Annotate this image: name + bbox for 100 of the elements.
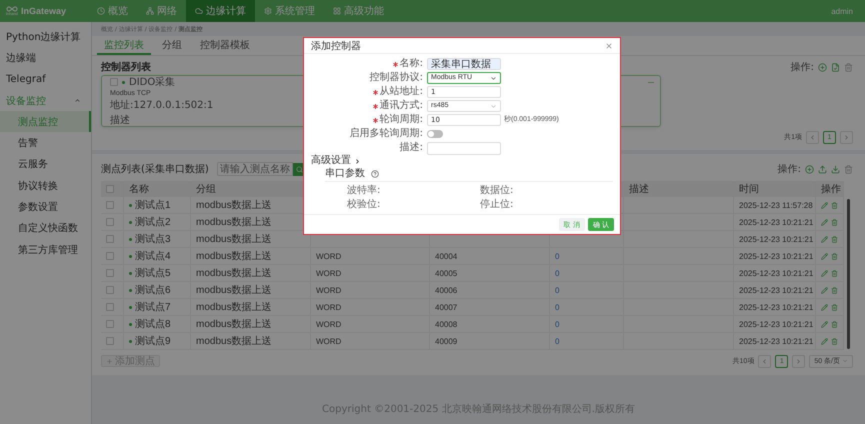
trash-icon[interactable] (844, 62, 853, 72)
table-cell: 2025-12-23 10:21:21 (734, 333, 816, 349)
edit-icon[interactable] (821, 218, 828, 226)
next-page-button[interactable] (792, 354, 806, 368)
trash-icon[interactable] (831, 202, 838, 208)
next-page-button[interactable] (840, 130, 853, 144)
sidebar-item[interactable]: Python边缘计算 (0, 26, 91, 48)
input-field[interactable]: 采集串口数据 (427, 58, 501, 70)
table-cell: 0 (550, 248, 624, 264)
chevron-down-icon (842, 358, 848, 364)
table-cell: modbus数据上送 (191, 248, 311, 264)
required-icon (392, 62, 398, 66)
chevron-right-icon (354, 158, 361, 164)
status-dot-icon (129, 340, 132, 342)
trash-icon[interactable] (831, 320, 838, 328)
table-cell: modbus数据上送 (191, 282, 311, 298)
checkbox[interactable] (110, 78, 118, 86)
tab[interactable]: 分组 (155, 36, 189, 55)
sidebar-item[interactable]: 边缘端 (0, 47, 91, 69)
column-header: 时间 (734, 181, 816, 197)
point-name: 测试点2 (135, 216, 171, 229)
previous-page-button[interactable] (758, 354, 772, 368)
trash-icon[interactable] (831, 286, 838, 294)
actions-label: 操作: (790, 61, 814, 74)
table-cell: 0 (550, 316, 624, 332)
plus-icon (106, 358, 113, 364)
field-label: 轮询周期: (380, 114, 423, 126)
edit-icon[interactable] (821, 320, 828, 328)
table-cell: 2025-12-23 10:21:21 (734, 231, 816, 247)
sidebar-item[interactable]: 告警 (0, 132, 91, 154)
sidebar-item[interactable]: 协议转换 (0, 175, 91, 196)
sidebar-item[interactable]: 第三方库管理 (0, 238, 91, 260)
sidebar-item[interactable]: 自定义快函数 (0, 218, 91, 239)
checkbox[interactable] (106, 303, 114, 311)
chevron-down-icon (490, 74, 497, 82)
table-cell: 40008 (430, 316, 550, 332)
trash-icon[interactable] (831, 338, 838, 344)
trash-icon[interactable] (831, 236, 838, 242)
controller-description: 描述 (110, 114, 130, 127)
sidebar-item[interactable]: 云服务 (0, 154, 91, 176)
sidebar-item[interactable]: 参数设置 (0, 196, 91, 218)
chevron-up-icon (74, 97, 81, 104)
edit-icon[interactable] (821, 338, 828, 344)
edit-icon[interactable] (821, 270, 828, 276)
checkbox[interactable] (106, 252, 114, 260)
trash-icon[interactable] (831, 270, 838, 276)
checkbox[interactable] (106, 218, 114, 226)
checkbox[interactable] (106, 337, 114, 345)
point-name: 测试点8 (135, 318, 171, 331)
previous-page-button[interactable] (806, 130, 819, 144)
table-cell: 2025-12-23 10:21:21 (734, 214, 816, 230)
add-icon[interactable] (818, 62, 827, 72)
edit-icon[interactable] (821, 236, 828, 242)
checkbox[interactable] (106, 201, 114, 209)
controller-address: 地址:127.0.0.1:502:1 (110, 98, 214, 112)
trash-icon[interactable] (831, 218, 838, 226)
search-field[interactable]: 请输入测点名称 (216, 162, 293, 176)
edit-icon[interactable] (821, 202, 828, 208)
required-icon (372, 118, 378, 122)
trash-icon[interactable] (831, 304, 838, 310)
advanced-settings-link[interactable]: 高级设置 (311, 155, 351, 167)
close-icon[interactable] (605, 42, 613, 50)
param-label: 停止位: (480, 199, 514, 211)
chevron-right-icon (795, 358, 802, 364)
table-cell: 2025-12-23 10:21:21 (734, 248, 816, 264)
nav-tab[interactable]: 边缘计算 (186, 0, 255, 22)
checkbox[interactable] (106, 269, 114, 277)
trash-icon[interactable] (831, 252, 838, 260)
field-label: 启用多轮询周期: (350, 128, 423, 140)
table-cell: WORD (311, 316, 430, 332)
table-cell: 0 (550, 333, 624, 349)
checkbox[interactable] (106, 286, 114, 294)
table-cell: 2025-12-23 10:21:21 (734, 316, 816, 332)
actions-label: 操作: (778, 163, 801, 176)
status-dot-icon (129, 238, 132, 240)
file-check-icon[interactable] (831, 62, 840, 72)
upload-icon[interactable] (818, 164, 827, 174)
edit-icon[interactable] (821, 304, 828, 310)
checkbox[interactable] (106, 320, 114, 328)
add-icon[interactable] (805, 164, 814, 174)
column-header: 描述 (624, 181, 734, 197)
checkbox[interactable] (106, 235, 114, 243)
field-label: 从站地址: (380, 86, 423, 98)
toggle-switch[interactable] (427, 130, 443, 138)
edit-icon[interactable] (821, 252, 828, 260)
point-name: 测试点7 (135, 300, 171, 314)
help-icon[interactable] (371, 170, 379, 178)
download-icon[interactable] (831, 164, 840, 174)
trash-icon[interactable] (844, 164, 853, 174)
edit-icon[interactable] (821, 286, 828, 294)
sidebar-item[interactable]: Telegraf (0, 68, 91, 90)
table-cell: modbus数据上送 (191, 265, 311, 281)
status-dot-icon (129, 254, 132, 258)
table-cell: 0 (550, 299, 624, 315)
column-header: 名称 (124, 181, 191, 197)
tab[interactable]: 控制器模板 (193, 36, 257, 55)
checkbox[interactable] (106, 185, 114, 193)
table-cell: WORD (311, 333, 430, 349)
textarea-field[interactable] (427, 142, 501, 154)
table-cell: WORD (311, 299, 430, 315)
